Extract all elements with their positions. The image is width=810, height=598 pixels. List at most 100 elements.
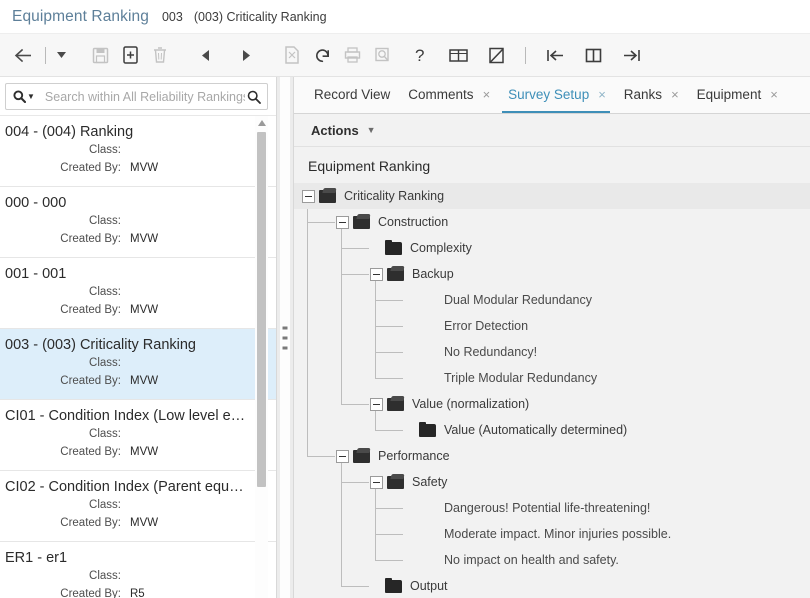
open-book-icon[interactable]	[443, 40, 473, 70]
created-by-label: Created By:	[60, 446, 121, 458]
panel-splitter[interactable]	[276, 77, 294, 598]
list-item-class: Class:	[49, 354, 130, 372]
list-item[interactable]: 000 - 000 Class: Created By: MVW	[0, 187, 276, 258]
previous-record-icon[interactable]	[191, 40, 221, 70]
list-item[interactable]: ER1 - er1 Class: Created By: R5	[0, 542, 276, 598]
close-icon[interactable]: ×	[770, 88, 778, 103]
folder-icon	[385, 577, 402, 593]
tab-label: Record View	[314, 86, 391, 102]
print-preview-icon[interactable]	[367, 40, 397, 70]
back-arrow-icon[interactable]	[8, 40, 38, 70]
actions-menu-button[interactable]: Actions ▼	[311, 123, 376, 138]
created-by-label: Created By:	[60, 517, 121, 529]
close-icon[interactable]: ×	[598, 88, 606, 103]
created-by-value: R5	[130, 588, 145, 598]
svg-text:?: ?	[415, 46, 424, 64]
list-item[interactable]: CI01 - Condition Index (Low level e… Clas…	[0, 400, 276, 471]
list-item[interactable]: 001 - 001 Class: Created By: MVW	[0, 258, 276, 329]
class-label: Class:	[89, 286, 121, 298]
tree-row[interactable]: Triple Modular Redundancy	[294, 365, 810, 391]
tab-survey-setup[interactable]: Survey Setup ×	[498, 77, 614, 113]
tree-row[interactable]: Moderate impact. Minor injuries possible…	[294, 521, 810, 547]
search-scope-chevron-down-icon[interactable]: ▼	[27, 92, 35, 101]
scrollbar-thumb[interactable]	[257, 132, 266, 487]
tree-node-label: No impact on health and safety.	[444, 553, 619, 567]
close-icon[interactable]: ×	[483, 88, 491, 103]
tree-row[interactable]: Construction	[294, 209, 810, 235]
tree-row[interactable]: Dual Modular Redundancy	[294, 287, 810, 313]
splitter-grip[interactable]	[281, 325, 289, 350]
list-scrollbar[interactable]	[255, 116, 268, 598]
save-icon[interactable]	[85, 40, 115, 70]
chevron-down-icon[interactable]: ▼	[367, 125, 376, 135]
collapse-toggle-icon[interactable]	[336, 449, 349, 463]
tree-node-label: Value (Automatically determined)	[444, 423, 628, 437]
note-slash-icon[interactable]	[481, 40, 511, 70]
search-bar[interactable]: ▼	[5, 83, 268, 110]
tree-row[interactable]: Backup	[294, 261, 810, 287]
tree-row[interactable]: Output	[294, 573, 810, 598]
list-item[interactable]: 004 - (004) Ranking Class: Created By: MVW	[0, 116, 276, 187]
right-panel: Record View Comments × Survey Setup × Ranks × E…	[294, 77, 810, 598]
collapse-toggle-icon[interactable]	[370, 397, 383, 411]
collapse-toggle-icon[interactable]	[370, 267, 383, 281]
list-item-title: 000 - 000	[5, 195, 67, 211]
main-toolbar: ?	[0, 33, 810, 77]
collapse-right-icon[interactable]	[616, 40, 646, 70]
created-by-value: MVW	[130, 517, 159, 529]
tree-row[interactable]: Value (normalization)	[294, 391, 810, 417]
tree-row[interactable]: Criticality Ranking	[294, 183, 810, 209]
folder-open-icon	[387, 473, 405, 489]
folder-open-icon	[319, 187, 337, 203]
survey-tree[interactable]: Criticality Ranking Construction Complexit…	[294, 183, 810, 598]
collapse-left-icon[interactable]	[540, 40, 570, 70]
search-icon[interactable]	[13, 90, 26, 103]
print-icon[interactable]	[337, 40, 367, 70]
tab-comments[interactable]: Comments ×	[398, 77, 498, 113]
folder-open-icon	[353, 447, 371, 463]
class-label: Class:	[89, 144, 121, 156]
created-by-value: MVW	[130, 162, 159, 174]
created-by-value: MVW	[130, 446, 159, 458]
tree-row[interactable]: Performance	[294, 443, 810, 469]
list-item-meta: Class: Created By: MVW	[49, 354, 266, 390]
next-record-icon[interactable]	[231, 40, 261, 70]
toolbar-divider-1	[45, 46, 46, 64]
collapse-toggle-icon[interactable]	[370, 475, 383, 489]
tab-record-view[interactable]: Record View	[304, 77, 398, 113]
record-subtitle: (003) Criticality Ranking	[193, 9, 327, 24]
search-input[interactable]	[42, 88, 247, 105]
help-icon[interactable]: ?	[405, 40, 435, 70]
split-panel-icon[interactable]	[578, 40, 608, 70]
trash-icon[interactable]	[145, 40, 175, 70]
toolbar-divider-2	[525, 46, 526, 64]
close-icon[interactable]: ×	[671, 88, 679, 103]
list-item[interactable]: CI02 - Condition Index (Parent equ… Class…	[0, 471, 276, 542]
list-item[interactable]: 003 - (003) Criticality Ranking Class: Cre…	[0, 329, 276, 400]
copy-record-icon[interactable]	[277, 40, 307, 70]
collapse-toggle-icon[interactable]	[336, 215, 349, 229]
tree-row[interactable]: Value (Automatically determined)	[294, 417, 810, 443]
tree-row[interactable]: No impact on health and safety.	[294, 547, 810, 573]
application-window: Equipment Ranking 003 (003) Criticality …	[0, 0, 810, 598]
tree-row[interactable]: Complexity	[294, 235, 810, 261]
tab-equipment[interactable]: Equipment ×	[687, 77, 786, 113]
scroll-up-arrow-icon[interactable]	[255, 116, 268, 129]
collapse-toggle-icon[interactable]	[302, 189, 315, 203]
tab-ranks[interactable]: Ranks ×	[614, 77, 687, 113]
refresh-icon[interactable]	[307, 40, 337, 70]
tree-row[interactable]: Safety	[294, 469, 810, 495]
search-submit-icon[interactable]	[247, 90, 261, 104]
tree-row[interactable]: Dangerous! Potential life-threatening!	[294, 495, 810, 521]
tree-row[interactable]: Error Detection	[294, 313, 810, 339]
tree-row[interactable]: No Redundancy!	[294, 339, 810, 365]
chevron-down-icon[interactable]	[53, 40, 69, 70]
ranking-list[interactable]: 004 - (004) Ranking Class: Created By: MVW 0…	[0, 115, 276, 598]
folder-icon	[419, 421, 436, 437]
list-item-class: Class:	[49, 496, 130, 514]
tree-node-label: Moderate impact. Minor injuries possible…	[444, 527, 672, 541]
new-record-icon[interactable]	[115, 40, 145, 70]
